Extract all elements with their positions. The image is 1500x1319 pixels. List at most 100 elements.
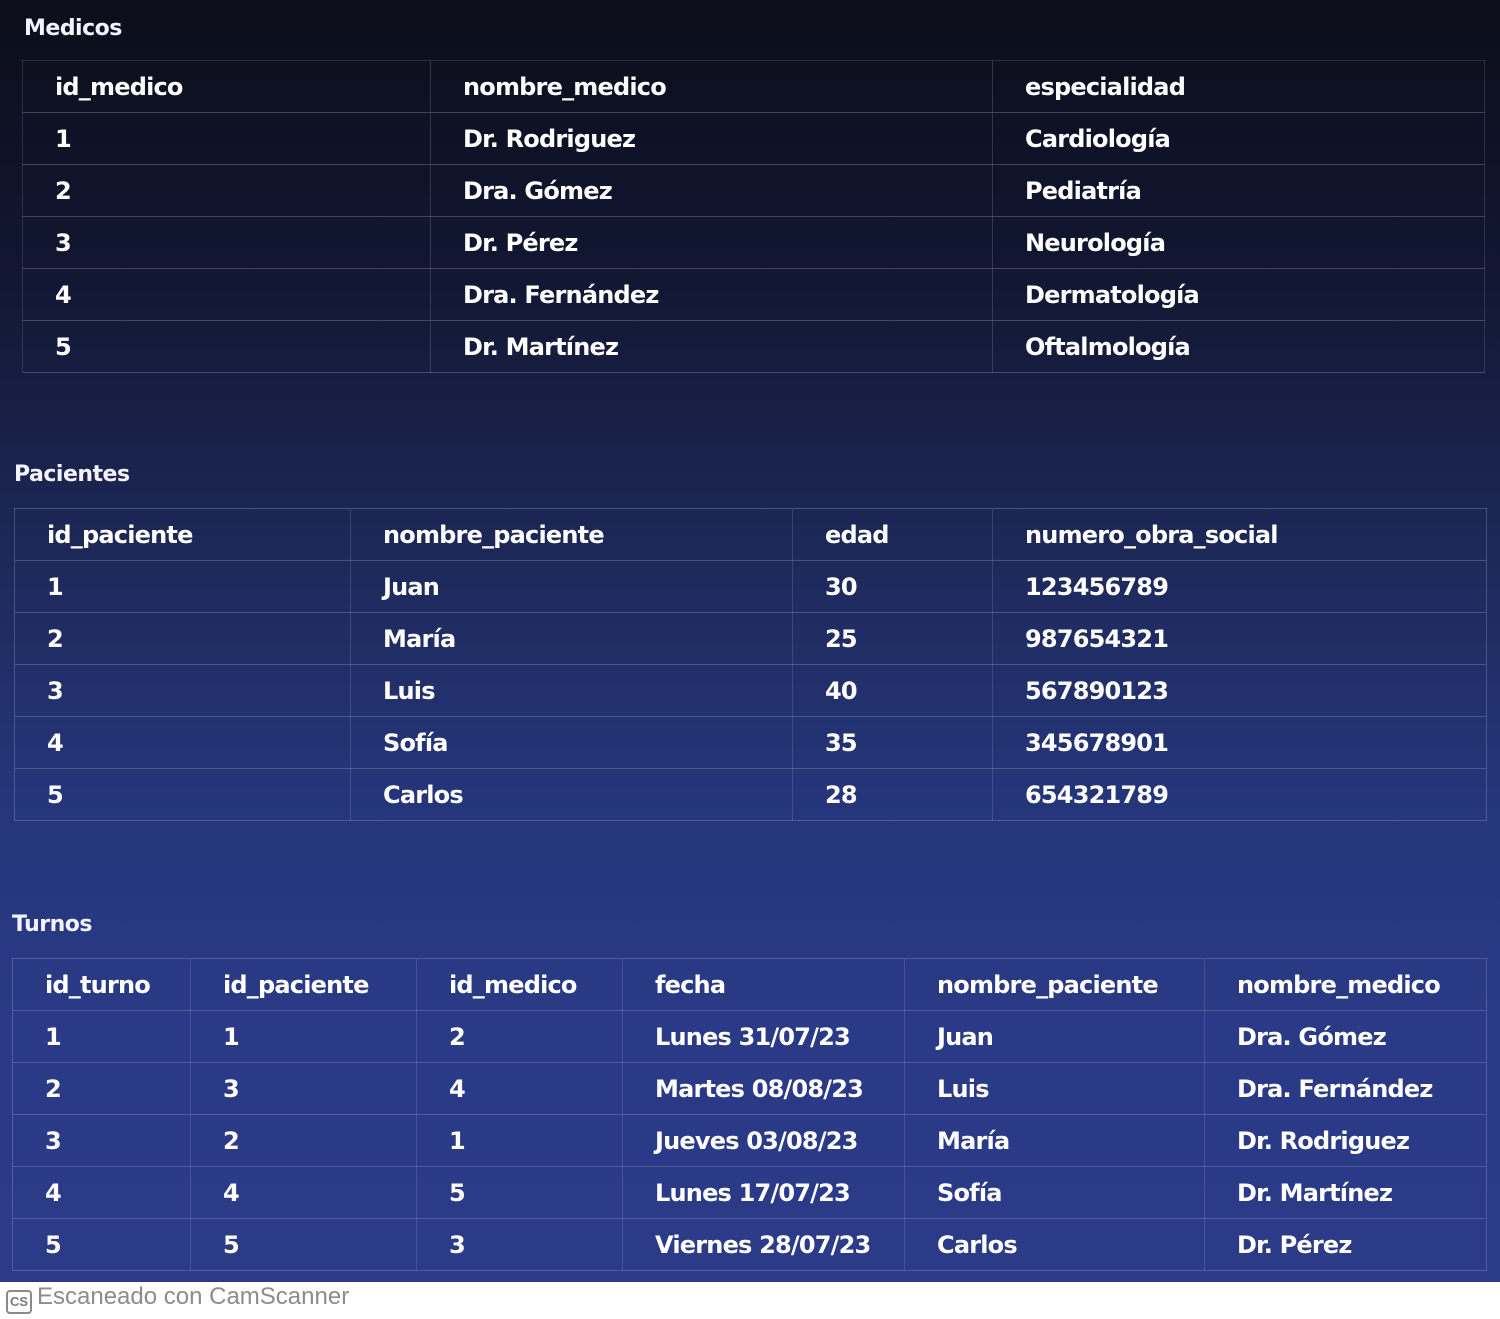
table-cell[interactable]: 2 <box>14 612 351 665</box>
medicos-table: id_medico nombre_medico especialidad 1 D… <box>22 60 1485 373</box>
table-row[interactable]: 5 Dr. Martínez Oftalmología <box>22 320 1485 373</box>
table-cell[interactable]: Dermatología <box>992 268 1485 321</box>
table-cell[interactable]: 1 <box>22 112 431 165</box>
table-cell[interactable]: Martes 08/08/23 <box>622 1062 905 1115</box>
table-cell[interactable]: 35 <box>792 716 993 769</box>
table-cell[interactable]: 25 <box>792 612 993 665</box>
column-header[interactable]: especialidad <box>992 60 1485 113</box>
table-cell[interactable]: Dr. Rodriguez <box>1204 1114 1487 1167</box>
table-cell[interactable]: Juan <box>350 560 793 613</box>
column-header[interactable]: nombre_medico <box>1204 958 1487 1011</box>
table-cell[interactable]: 4 <box>14 716 351 769</box>
table-cell[interactable]: Carlos <box>904 1218 1205 1271</box>
table-row[interactable]: 3 2 1 Jueves 03/08/23 María Dr. Rodrigue… <box>12 1114 1487 1167</box>
table-cell[interactable]: Dr. Martínez <box>430 320 993 373</box>
table-cell[interactable]: 2 <box>22 164 431 217</box>
column-header[interactable]: id_medico <box>22 60 431 113</box>
table-cell[interactable]: María <box>904 1114 1205 1167</box>
table-cell[interactable]: 5 <box>190 1218 417 1271</box>
table-cell[interactable]: María <box>350 612 793 665</box>
table-row[interactable]: 2 Dra. Gómez Pediatría <box>22 164 1485 217</box>
table-cell[interactable]: Pediatría <box>992 164 1485 217</box>
table-cell[interactable]: Lunes 17/07/23 <box>622 1166 905 1219</box>
table-row[interactable]: 1 Dr. Rodriguez Cardiología <box>22 112 1485 165</box>
column-header[interactable]: id_medico <box>416 958 623 1011</box>
table-cell[interactable]: 2 <box>190 1114 417 1167</box>
column-header[interactable]: numero_obra_social <box>992 508 1487 561</box>
table-row[interactable]: 1 1 2 Lunes 31/07/23 Juan Dra. Gómez <box>12 1010 1487 1063</box>
column-header[interactable]: nombre_medico <box>430 60 993 113</box>
table-cell[interactable]: Juan <box>904 1010 1205 1063</box>
table-cell[interactable]: Dra. Gómez <box>430 164 993 217</box>
table-cell[interactable]: 1 <box>190 1010 417 1063</box>
table-row[interactable]: 3 Dr. Pérez Neurología <box>22 216 1485 269</box>
table-cell[interactable]: 5 <box>14 768 351 821</box>
table-cell[interactable]: 4 <box>12 1166 191 1219</box>
table-cell[interactable]: 1 <box>14 560 351 613</box>
table-cell[interactable]: Dra. Fernández <box>1204 1062 1487 1115</box>
table-cell[interactable]: Sofía <box>350 716 793 769</box>
screen: Medicos id_medico nombre_medico especial… <box>0 0 1500 1282</box>
table-cell[interactable]: 3 <box>190 1062 417 1115</box>
table-cell[interactable]: 4 <box>22 268 431 321</box>
table-cell[interactable]: 5 <box>12 1218 191 1271</box>
table-cell[interactable]: Luis <box>904 1062 1205 1115</box>
table-cell[interactable]: 5 <box>22 320 431 373</box>
table-cell[interactable]: Sofía <box>904 1166 1205 1219</box>
table-cell[interactable]: Dr. Pérez <box>430 216 993 269</box>
table-cell[interactable]: 3 <box>14 664 351 717</box>
table-row[interactable]: 2 María 25 987654321 <box>14 612 1487 665</box>
table-cell[interactable]: Dr. Rodriguez <box>430 112 993 165</box>
table-cell[interactable]: 345678901 <box>992 716 1487 769</box>
table-row[interactable]: 5 Carlos 28 654321789 <box>14 768 1487 821</box>
table-cell[interactable]: Oftalmología <box>992 320 1485 373</box>
table-cell[interactable]: 567890123 <box>992 664 1487 717</box>
table-cell[interactable]: 2 <box>12 1062 191 1115</box>
column-header[interactable]: nombre_paciente <box>904 958 1205 1011</box>
table-cell[interactable]: 3 <box>416 1218 623 1271</box>
column-header[interactable]: id_paciente <box>14 508 351 561</box>
table-cell[interactable]: 28 <box>792 768 993 821</box>
table-cell[interactable]: 3 <box>22 216 431 269</box>
table-row[interactable]: 3 Luis 40 567890123 <box>14 664 1487 717</box>
column-header[interactable]: edad <box>792 508 993 561</box>
table-cell[interactable]: 4 <box>416 1062 623 1115</box>
table-cell[interactable]: 2 <box>416 1010 623 1063</box>
table-cell[interactable]: Neurología <box>992 216 1485 269</box>
scanner-watermark: CS Escaneado con CamScanner <box>0 1282 1500 1319</box>
table-cell[interactable]: 4 <box>190 1166 417 1219</box>
table-cell[interactable]: Luis <box>350 664 793 717</box>
table-row[interactable]: 5 5 3 Viernes 28/07/23 Carlos Dr. Pérez <box>12 1218 1487 1271</box>
table-cell[interactable]: 123456789 <box>992 560 1487 613</box>
turnos-title: Turnos <box>12 912 92 937</box>
table-row[interactable]: 4 Sofía 35 345678901 <box>14 716 1487 769</box>
table-cell[interactable]: 987654321 <box>992 612 1487 665</box>
table-cell[interactable]: 40 <box>792 664 993 717</box>
table-header-row: id_paciente nombre_paciente edad numero_… <box>14 508 1487 561</box>
table-cell[interactable]: 30 <box>792 560 993 613</box>
table-row[interactable]: 4 Dra. Fernández Dermatología <box>22 268 1485 321</box>
medicos-title: Medicos <box>24 16 122 41</box>
table-row[interactable]: 4 4 5 Lunes 17/07/23 Sofía Dr. Martínez <box>12 1166 1487 1219</box>
table-cell[interactable]: Viernes 28/07/23 <box>622 1218 905 1271</box>
table-cell[interactable]: Lunes 31/07/23 <box>622 1010 905 1063</box>
pacientes-title: Pacientes <box>14 462 130 487</box>
table-row[interactable]: 2 3 4 Martes 08/08/23 Luis Dra. Fernánde… <box>12 1062 1487 1115</box>
table-cell[interactable]: Dr. Martínez <box>1204 1166 1487 1219</box>
table-cell[interactable]: Dra. Fernández <box>430 268 993 321</box>
column-header[interactable]: id_paciente <box>190 958 417 1011</box>
column-header[interactable]: id_turno <box>12 958 191 1011</box>
table-cell[interactable]: 654321789 <box>992 768 1487 821</box>
table-cell[interactable]: 1 <box>12 1010 191 1063</box>
table-cell[interactable]: Dr. Pérez <box>1204 1218 1487 1271</box>
table-cell[interactable]: Dra. Gómez <box>1204 1010 1487 1063</box>
table-cell[interactable]: Carlos <box>350 768 793 821</box>
table-cell[interactable]: Jueves 03/08/23 <box>622 1114 905 1167</box>
table-cell[interactable]: 5 <box>416 1166 623 1219</box>
table-cell[interactable]: Cardiología <box>992 112 1485 165</box>
column-header[interactable]: fecha <box>622 958 905 1011</box>
table-cell[interactable]: 3 <box>12 1114 191 1167</box>
table-cell[interactable]: 1 <box>416 1114 623 1167</box>
table-row[interactable]: 1 Juan 30 123456789 <box>14 560 1487 613</box>
column-header[interactable]: nombre_paciente <box>350 508 793 561</box>
